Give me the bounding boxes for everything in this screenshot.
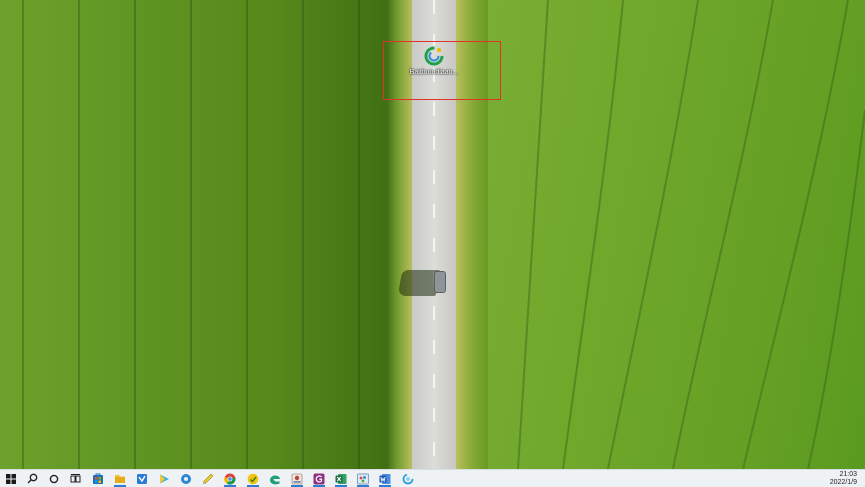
- wheat-field-left: [0, 0, 393, 469]
- yellow-circle-icon: [247, 473, 259, 484]
- store-app[interactable]: [88, 470, 108, 487]
- mail-app[interactable]: [132, 470, 152, 487]
- chrome-browser[interactable]: [220, 470, 240, 487]
- cortana-button[interactable]: [44, 470, 64, 487]
- circular-arrows-app-icon: [402, 473, 414, 484]
- media-player-app[interactable]: [154, 470, 174, 487]
- chrome-icon: [224, 473, 236, 485]
- windows-logo-icon: [6, 473, 16, 484]
- gear-icon: [181, 473, 191, 484]
- folder-icon: [115, 475, 125, 483]
- edge-icon: [270, 475, 280, 484]
- play-icon: [160, 474, 169, 483]
- purple-app[interactable]: [309, 470, 329, 487]
- store-icon: [93, 473, 103, 484]
- start-button[interactable]: [1, 470, 21, 487]
- excel-app[interactable]: [331, 470, 351, 487]
- sync-app[interactable]: [398, 470, 418, 487]
- settings-app[interactable]: [176, 470, 196, 487]
- file-explorer[interactable]: [110, 470, 130, 487]
- task-view-icon: [70, 473, 80, 482]
- car: [434, 271, 446, 293]
- desktop-shortcut-label: Baiduoudiaan...: [409, 69, 459, 76]
- edge-browser[interactable]: [265, 470, 285, 487]
- desktop-shortcut[interactable]: Baiduoudiaan...: [409, 44, 459, 90]
- circular-arrows-app-icon: [424, 46, 444, 66]
- excel-icon: [335, 473, 347, 484]
- search-icon: [27, 473, 37, 484]
- search-button[interactable]: [22, 470, 42, 487]
- circle-icon: [49, 474, 59, 483]
- yellow-app[interactable]: [243, 470, 263, 487]
- hedge-left: [386, 0, 412, 469]
- paint-icon: [357, 473, 369, 484]
- paint-app[interactable]: [353, 470, 373, 487]
- taskbar: 21:03 2022/1/9: [0, 469, 865, 487]
- photo-app[interactable]: [287, 470, 307, 487]
- clock-date[interactable]: 2022/1/9: [817, 479, 857, 486]
- purple-g-icon: [313, 473, 325, 484]
- clock-time[interactable]: 21:03: [817, 471, 857, 478]
- photo-icon: [291, 473, 303, 484]
- word-app[interactable]: [375, 470, 395, 487]
- pen-icon: [203, 473, 214, 484]
- mail-icon: [137, 473, 147, 484]
- word-icon: [379, 473, 391, 484]
- task-view-button[interactable]: [65, 470, 85, 487]
- hedge-right: [456, 0, 488, 469]
- field-tracks: [517, 0, 865, 469]
- pen-tool-app[interactable]: [198, 470, 218, 487]
